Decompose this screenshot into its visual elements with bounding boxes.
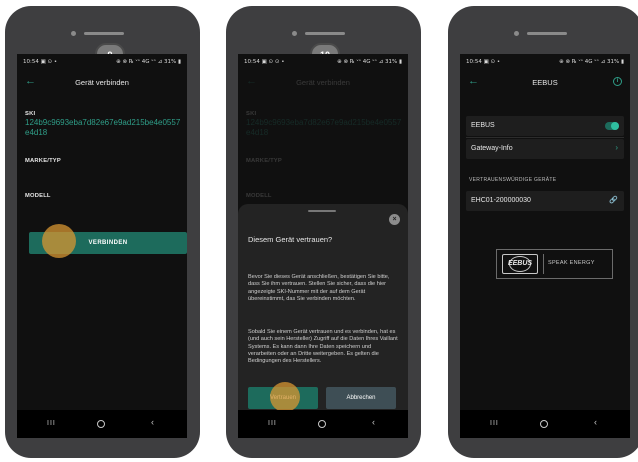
divider bbox=[466, 137, 624, 138]
status-left: 10:54 ▣ ⊙ • bbox=[466, 59, 501, 65]
ski-value: 124b9c9693eba7d82e67e9ad215be4e0557e4d18 bbox=[246, 118, 402, 137]
trust-dialog-sheet: × Diesem Gerät vertrauen? Bevor Sie dies… bbox=[238, 204, 408, 438]
recents-icon[interactable]: III bbox=[268, 420, 277, 427]
front-camera bbox=[71, 31, 76, 36]
android-nav-bar: III ‹ bbox=[460, 410, 630, 438]
status-left: 10:54 ▣ ⊙ • bbox=[23, 59, 58, 65]
earpiece bbox=[84, 32, 124, 35]
android-nav-bar: III ‹ bbox=[17, 410, 187, 438]
dialog-paragraph-1: Bevor Sie dieses Gerät anschließen, best… bbox=[248, 274, 390, 302]
link-icon: 🔗 bbox=[609, 197, 618, 204]
status-left: 10:54 ▣ ⊙ ⊙ • bbox=[244, 59, 285, 65]
status-bar: 10:54 ▣ ⊙ • ⊕ ⊗ ℞ ᵛᵒ 4G ᵛᵒ ⊿ 31% ▮ bbox=[466, 59, 624, 69]
sheet-handle[interactable] bbox=[308, 210, 336, 212]
trusted-device-row[interactable]: EHC01-200000030 🔗 bbox=[466, 191, 624, 211]
row-label: Gateway-Info bbox=[471, 145, 513, 152]
app-bar: ← Gerät verbinden bbox=[17, 72, 187, 94]
dialog-title: Diesem Gerät vertrauen? bbox=[248, 235, 333, 244]
screen-geraet-verbinden: 10:54 ▣ ⊙ • ⊕ ⊗ ℞ ᵛᵒ 4G ᵛᵒ ⊿ 31% ▮ ← Ger… bbox=[17, 54, 187, 438]
brand-label: MARKE/TYP bbox=[25, 158, 61, 164]
trusted-devices-label: VERTRAUENSWÜRDIGE GERÄTE bbox=[469, 177, 557, 183]
touch-indicator bbox=[270, 382, 300, 412]
earpiece bbox=[527, 32, 567, 35]
model-label: MODELL bbox=[246, 193, 272, 199]
app-bar: ← Gerät verbinden bbox=[238, 72, 408, 94]
logo-text: EEBUS bbox=[507, 260, 533, 267]
brand-label: MARKE/TYP bbox=[246, 158, 282, 164]
eebus-toggle-row[interactable]: EEBUS bbox=[466, 116, 624, 136]
nav-back-icon[interactable]: ‹ bbox=[151, 417, 154, 427]
status-bar: 10:54 ▣ ⊙ ⊙ • ⊕ ⊗ ℞ ᵛᵒ 4G ᵛᵒ ⊿ 31% ▮ bbox=[244, 59, 402, 69]
home-icon[interactable] bbox=[540, 420, 548, 428]
touch-indicator bbox=[42, 224, 76, 258]
earpiece bbox=[305, 32, 345, 35]
row-label: EEBUS bbox=[471, 122, 495, 129]
home-icon[interactable] bbox=[97, 420, 105, 428]
status-right: ⊕ ⊗ ℞ ᵛᵒ 4G ᵛᵒ ⊿ 31% ▮ bbox=[559, 59, 624, 65]
front-camera bbox=[514, 31, 519, 36]
eebus-toggle[interactable] bbox=[605, 122, 619, 130]
status-right: ⊕ ⊗ ℞ ᵛᵒ 4G ᵛᵒ ⊿ 31% ▮ bbox=[337, 59, 402, 65]
info-icon[interactable]: i bbox=[613, 77, 622, 86]
dialog-paragraph-2: Sobald Sie einem Gerät vertrauen und es … bbox=[248, 329, 398, 365]
page-title: Gerät verbinden bbox=[75, 78, 129, 87]
front-camera bbox=[292, 31, 297, 36]
nav-back-icon[interactable]: ‹ bbox=[594, 417, 597, 427]
close-icon[interactable]: × bbox=[389, 214, 400, 225]
ski-value: 124b9c9693eba7d82e67e9ad215be4e0557e4d18 bbox=[25, 118, 181, 137]
screen-trust-dialog: 10:54 ▣ ⊙ ⊙ • ⊕ ⊗ ℞ ᵛᵒ 4G ᵛᵒ ⊿ 31% ▮ ← G… bbox=[238, 54, 408, 438]
page-title: Gerät verbinden bbox=[296, 78, 350, 87]
phone-eebus-settings: 10:54 ▣ ⊙ • ⊕ ⊗ ℞ ᵛᵒ 4G ᵛᵒ ⊿ 31% ▮ ← EEB… bbox=[448, 6, 638, 458]
ski-label: SKI bbox=[25, 111, 36, 117]
ski-label: SKI bbox=[246, 111, 257, 117]
chevron-right-icon: › bbox=[615, 143, 618, 152]
home-icon[interactable] bbox=[318, 420, 326, 428]
nav-back-icon[interactable]: ‹ bbox=[372, 417, 375, 427]
toggle-knob bbox=[611, 122, 619, 130]
phone-step-9: 9 10:54 ▣ ⊙ • ⊕ ⊗ ℞ ᵛᵒ 4G ᵛᵒ ⊿ 31% ▮ ← G… bbox=[5, 6, 200, 458]
eebus-logo-badge: EEBUS bbox=[502, 254, 538, 274]
gateway-info-row[interactable]: Gateway-Info › bbox=[466, 139, 624, 159]
recents-icon[interactable]: III bbox=[490, 420, 499, 427]
model-label: MODELL bbox=[25, 193, 51, 199]
app-bar: ← EEBUS i bbox=[460, 72, 630, 94]
eebus-logo: EEBUS SPEAK ENERGY bbox=[496, 249, 613, 279]
status-right: ⊕ ⊗ ℞ ᵛᵒ 4G ᵛᵒ ⊿ 31% ▮ bbox=[116, 59, 181, 65]
phone-step-10: 10 10:54 ▣ ⊙ ⊙ • ⊕ ⊗ ℞ ᵛᵒ 4G ᵛᵒ ⊿ 31% ▮ … bbox=[226, 6, 421, 458]
screen-eebus: 10:54 ▣ ⊙ • ⊕ ⊗ ℞ ᵛᵒ 4G ᵛᵒ ⊿ 31% ▮ ← EEB… bbox=[460, 54, 630, 438]
cancel-button[interactable]: Abbrechen bbox=[326, 387, 396, 409]
page-title: EEBUS bbox=[532, 78, 558, 87]
recents-icon[interactable]: III bbox=[47, 420, 56, 427]
logo-slogan: SPEAK ENERGY bbox=[548, 260, 595, 266]
logo-separator bbox=[543, 254, 544, 274]
android-nav-bar: III ‹ bbox=[238, 410, 408, 438]
device-name: EHC01-200000030 bbox=[471, 197, 531, 204]
status-bar: 10:54 ▣ ⊙ • ⊕ ⊗ ℞ ᵛᵒ 4G ᵛᵒ ⊿ 31% ▮ bbox=[23, 59, 181, 69]
